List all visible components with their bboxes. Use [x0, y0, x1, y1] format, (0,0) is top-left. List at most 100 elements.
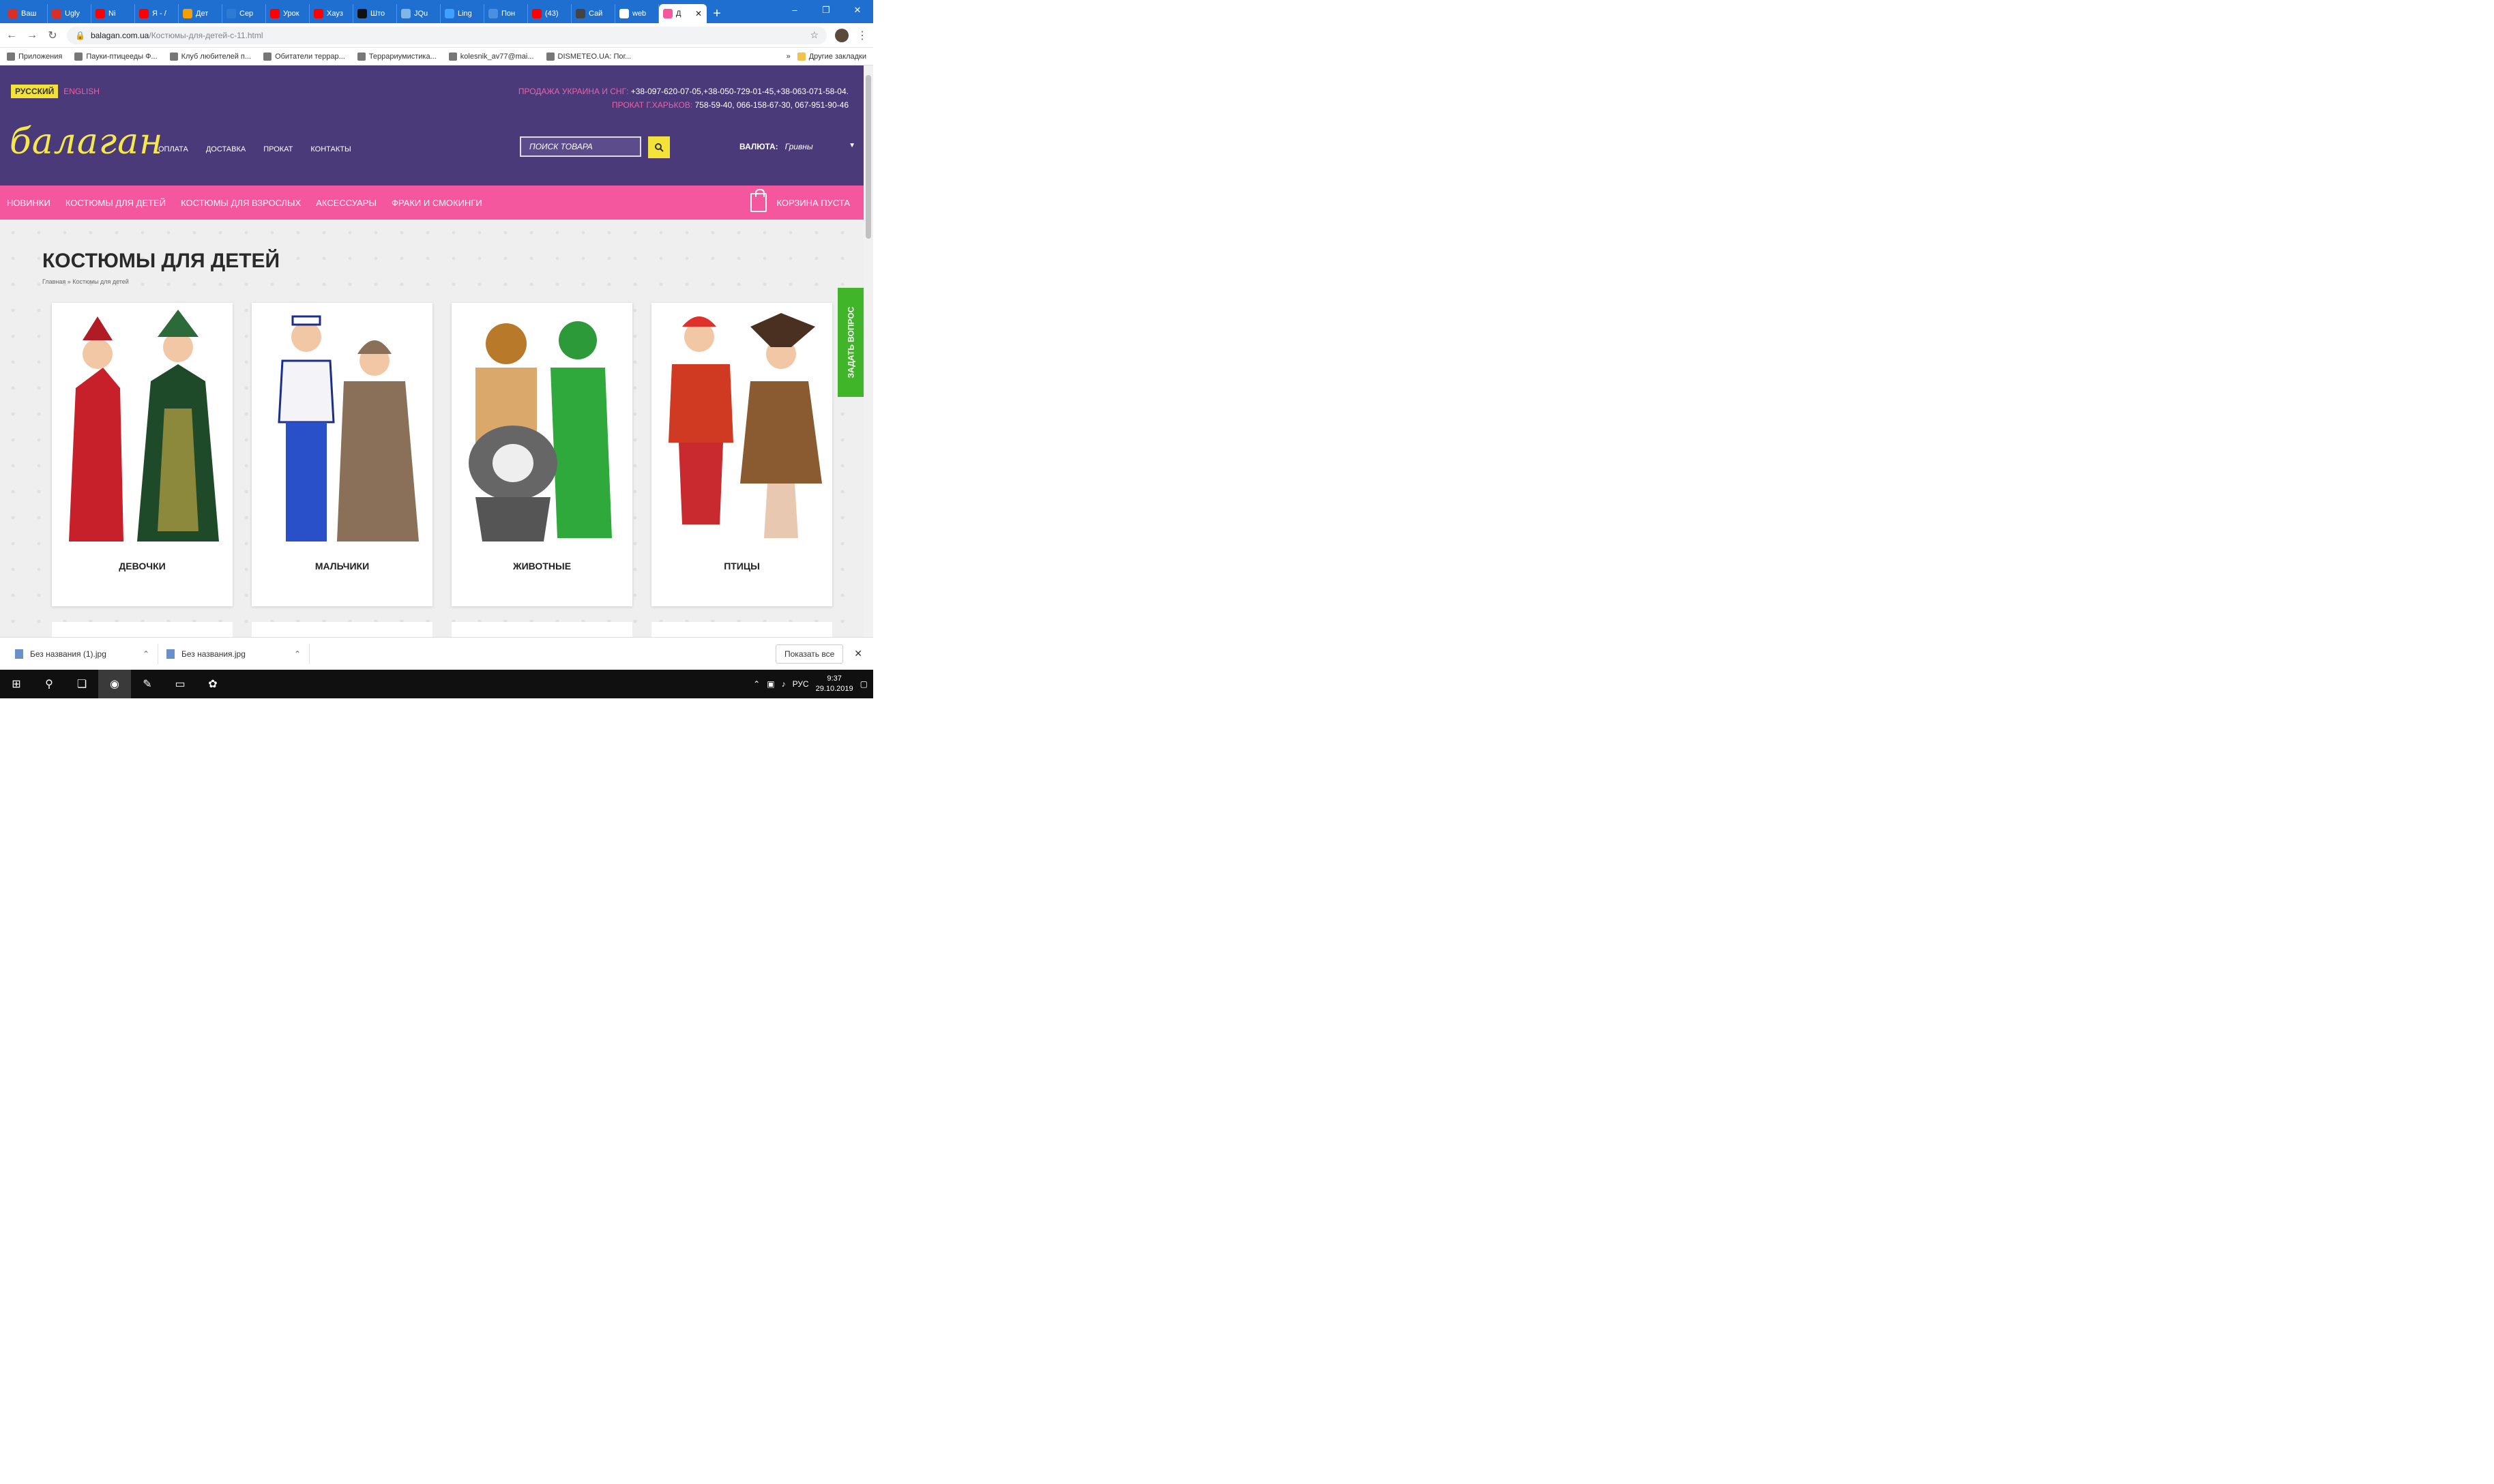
- task-view-icon[interactable]: ❏: [65, 670, 98, 698]
- card-partial[interactable]: [252, 622, 432, 637]
- tab-label: Ваш: [21, 10, 37, 18]
- network-icon[interactable]: ▣: [767, 679, 774, 689]
- browser-tab[interactable]: JQu: [397, 4, 441, 23]
- nav-payment[interactable]: ОПЛАТА: [158, 145, 188, 153]
- browser-tab[interactable]: Сай: [572, 4, 615, 23]
- cart-link[interactable]: КОРЗИНА ПУСТА: [750, 186, 850, 220]
- site-logo[interactable]: балаган: [10, 121, 163, 162]
- new-tab-button[interactable]: +: [707, 4, 727, 23]
- browser-tab[interactable]: web: [615, 4, 659, 23]
- bookmark-star-icon[interactable]: ☆: [810, 29, 819, 41]
- nav-delivery[interactable]: ДОСТАВКА: [206, 145, 246, 153]
- currency-select[interactable]: ВАЛЮТА: Гривны ▼: [739, 142, 855, 151]
- tab-label: Пон: [501, 10, 516, 18]
- tab-favicon-icon: [139, 9, 149, 18]
- profile-avatar[interactable]: [835, 28, 849, 42]
- cat-accessories[interactable]: АКСЕССУАРЫ: [316, 198, 377, 208]
- forward-icon[interactable]: →: [26, 29, 38, 42]
- app-icon[interactable]: ✿: [196, 670, 229, 698]
- card-girls[interactable]: ДЕВОЧКИ: [52, 303, 233, 606]
- bookmark-label: Обитатели террар...: [275, 52, 345, 61]
- card-birds[interactable]: ПТИЦЫ: [651, 303, 832, 606]
- cat-tuxedo[interactable]: ФРАКИ И СМОКИНГИ: [392, 198, 482, 208]
- browser-tab[interactable]: Што: [353, 4, 397, 23]
- bookmark-label: Приложения: [18, 52, 63, 61]
- browser-tab[interactable]: Хауз: [310, 4, 353, 23]
- bookmark-item[interactable]: Пауки-птицееды Ф...: [74, 52, 158, 61]
- show-all-button[interactable]: Показать все: [776, 644, 844, 664]
- downloads-bar: Без названия (1).jpg ⌃ Без названия.jpg …: [0, 637, 873, 670]
- phone-sales-label: ПРОДАЖА УКРАИНА И СНГ:: [518, 87, 629, 96]
- reload-icon[interactable]: ↻: [46, 29, 59, 42]
- browser-tab[interactable]: Ni: [91, 4, 135, 23]
- tab-label: Хауз: [327, 10, 343, 18]
- phone-rent-label: ПРОКАТ Г.ХАРЬКОВ:: [611, 100, 693, 110]
- file-explorer-icon[interactable]: ▭: [164, 670, 196, 698]
- bookmark-item[interactable]: DISMETEO.UA: Пог...: [546, 52, 631, 61]
- chevron-up-icon[interactable]: ⌃: [294, 649, 301, 659]
- close-window-button[interactable]: ✕: [842, 0, 873, 20]
- nav-rent[interactable]: ПРОКАТ: [263, 145, 293, 153]
- cat-adults[interactable]: КОСТЮМЫ ДЛЯ ВЗРОСЛЫХ: [181, 198, 301, 208]
- ask-question-button[interactable]: ЗАДАТЬ ВОПРОС: [838, 288, 864, 397]
- bookmark-item[interactable]: Террариумистика...: [357, 52, 437, 61]
- lang-english[interactable]: ENGLISH: [62, 85, 101, 98]
- tray-chevron-icon[interactable]: ⌃: [753, 679, 760, 689]
- scrollbar-thumb[interactable]: [866, 75, 871, 239]
- notifications-icon[interactable]: ▢: [860, 679, 868, 689]
- clock-time: 9:37: [827, 674, 842, 683]
- address-bar[interactable]: 🔒 balagan.com.ua/Костюмы-для-детей-c-11.…: [67, 26, 827, 44]
- close-icon[interactable]: ✕: [854, 648, 862, 659]
- download-item[interactable]: Без названия (1).jpg ⌃: [7, 643, 158, 664]
- page-scrollbar[interactable]: [864, 65, 873, 637]
- active-browser-tab[interactable]: Д ✕: [659, 4, 707, 23]
- search-icon[interactable]: ⚲: [33, 670, 65, 698]
- tab-strip: Ваш Ugly Ni Я - / Дет Сер Урок Хауз Што JQu Ling По…: [0, 0, 873, 23]
- card-animals-label: ЖИВОТНЫЕ: [512, 561, 572, 572]
- browser-tab[interactable]: Урок: [266, 4, 310, 23]
- card-partial[interactable]: [452, 622, 632, 637]
- download-filename: Без названия (1).jpg: [30, 649, 106, 659]
- clock[interactable]: 9:37 29.10.2019: [816, 674, 853, 694]
- card-animals[interactable]: ЖИВОТНЫЕ: [452, 303, 632, 606]
- bookmarks-more-button[interactable]: »: [787, 53, 791, 61]
- bookmark-item[interactable]: Клуб любителей п...: [169, 52, 251, 61]
- bookmark-item[interactable]: kolesnik_av77@mai...: [448, 52, 534, 61]
- nav-contacts[interactable]: КОНТАКТЫ: [310, 145, 351, 153]
- other-bookmarks[interactable]: Другие закладки: [797, 52, 866, 61]
- tab-favicon-icon: [96, 9, 105, 18]
- card-partial[interactable]: [651, 622, 832, 637]
- download-item[interactable]: Без названия.jpg ⌃: [158, 643, 310, 664]
- windows-start-icon[interactable]: ⊞: [0, 670, 33, 698]
- card-boys[interactable]: МАЛЬЧИКИ: [252, 303, 432, 606]
- search-button[interactable]: [648, 136, 670, 158]
- browser-tab[interactable]: (43): [528, 4, 572, 23]
- tab-close-icon[interactable]: ✕: [695, 9, 702, 18]
- maximize-button[interactable]: ❐: [810, 0, 842, 20]
- browser-tab[interactable]: Пон: [484, 4, 528, 23]
- chevron-up-icon[interactable]: ⌃: [143, 649, 149, 659]
- volume-icon[interactable]: ♪: [782, 679, 786, 689]
- bookmark-item[interactable]: Приложения: [7, 52, 63, 61]
- cat-kids[interactable]: КОСТЮМЫ ДЛЯ ДЕТЕЙ: [65, 198, 166, 208]
- lang-russian[interactable]: РУССКИЙ: [11, 85, 59, 98]
- browser-tab[interactable]: Сер: [222, 4, 266, 23]
- minimize-button[interactable]: –: [779, 0, 810, 20]
- browser-tab[interactable]: Ugly: [48, 4, 91, 23]
- browser-tab[interactable]: Дет: [179, 4, 222, 23]
- back-icon[interactable]: ←: [5, 29, 18, 42]
- tab-label: Ni: [108, 10, 116, 18]
- browser-tab[interactable]: Ling: [441, 4, 484, 23]
- menu-kebab-icon[interactable]: ⋮: [857, 29, 868, 42]
- search-input[interactable]: ПОИСК ТОВАРА: [520, 136, 641, 157]
- card-partial[interactable]: [52, 622, 233, 637]
- bookmark-item[interactable]: Обитатели террар...: [263, 52, 345, 61]
- vscode-icon[interactable]: ✎: [131, 670, 164, 698]
- cat-new[interactable]: НОВИНКИ: [7, 198, 50, 208]
- browser-tab[interactable]: Я - /: [135, 4, 179, 23]
- lock-icon: 🔒: [75, 30, 85, 40]
- chrome-icon[interactable]: ◉: [98, 670, 131, 698]
- browser-tab[interactable]: Ваш: [4, 4, 48, 23]
- tab-favicon-icon: [357, 9, 367, 18]
- input-language[interactable]: РУС: [793, 679, 809, 689]
